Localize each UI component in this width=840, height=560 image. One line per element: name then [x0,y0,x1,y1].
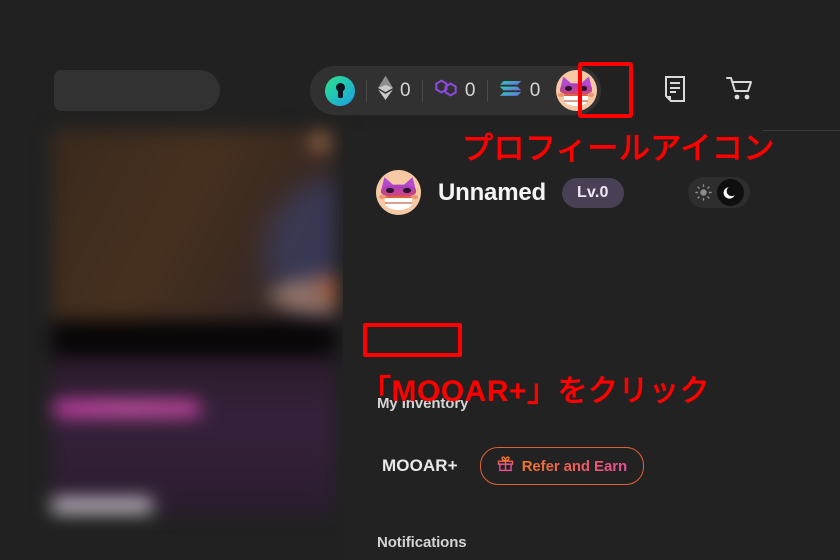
mooar-plus-button[interactable]: MOOAR+ [373,450,467,482]
theme-toggle[interactable] [688,177,750,208]
blurred-subtext [52,499,152,512]
profile-header-row: Unnamed Lv.0 [376,170,624,215]
ethereum-amount: 0 [400,79,411,101]
app-root: 0 0 0 Unnamed Lv.0 My Inventory MOOAR+ R… [0,0,840,560]
polygon-balance[interactable]: 0 [423,70,487,111]
profile-actions-row: MOOAR+ Refer and Earn [373,447,645,485]
gift-icon [497,455,514,477]
ethereum-balance[interactable]: 0 [367,70,422,111]
mooar-coin-icon [325,75,355,106]
sun-icon[interactable] [690,179,717,206]
solana-icon [499,79,523,103]
ethereum-icon [378,76,393,105]
solana-balance[interactable]: 0 [488,70,552,111]
blurred-heading-text [54,401,200,416]
topbar-right-icons [658,74,756,108]
annotation-box-profile-avatar [578,62,633,118]
article-icon [664,75,686,107]
polygon-icon [434,78,458,103]
articles-button[interactable] [658,74,692,108]
annotation-click-mooar-plus: 「MOOAR+」をクリック [361,375,711,408]
moon-icon[interactable] [717,179,744,206]
cart-button[interactable] [722,74,756,108]
polygon-amount: 0 [464,79,476,101]
menu-item-notifications[interactable]: Notifications [377,534,467,551]
username-label: Unnamed [438,178,546,206]
space-artwork-image [52,130,344,320]
refer-and-earn-button[interactable]: Refer and Earn [479,447,645,485]
mooar-balance[interactable] [314,70,366,111]
artwork-letterbox-band [52,320,344,357]
annotation-box-mooar-plus [363,323,462,357]
user-avatar-icon [376,170,421,215]
level-badge: Lv.0 [561,177,624,208]
annotation-profile-icon: プロフィールアイコン [462,131,775,166]
refer-and-earn-label: Refer and Earn [521,457,628,475]
background-content-panel [52,130,344,512]
blurred-info-section [52,357,344,512]
solana-amount: 0 [529,79,541,101]
cart-icon [725,76,753,106]
wallet-balance-bar: 0 0 0 [310,66,601,115]
search-input[interactable] [54,70,220,111]
